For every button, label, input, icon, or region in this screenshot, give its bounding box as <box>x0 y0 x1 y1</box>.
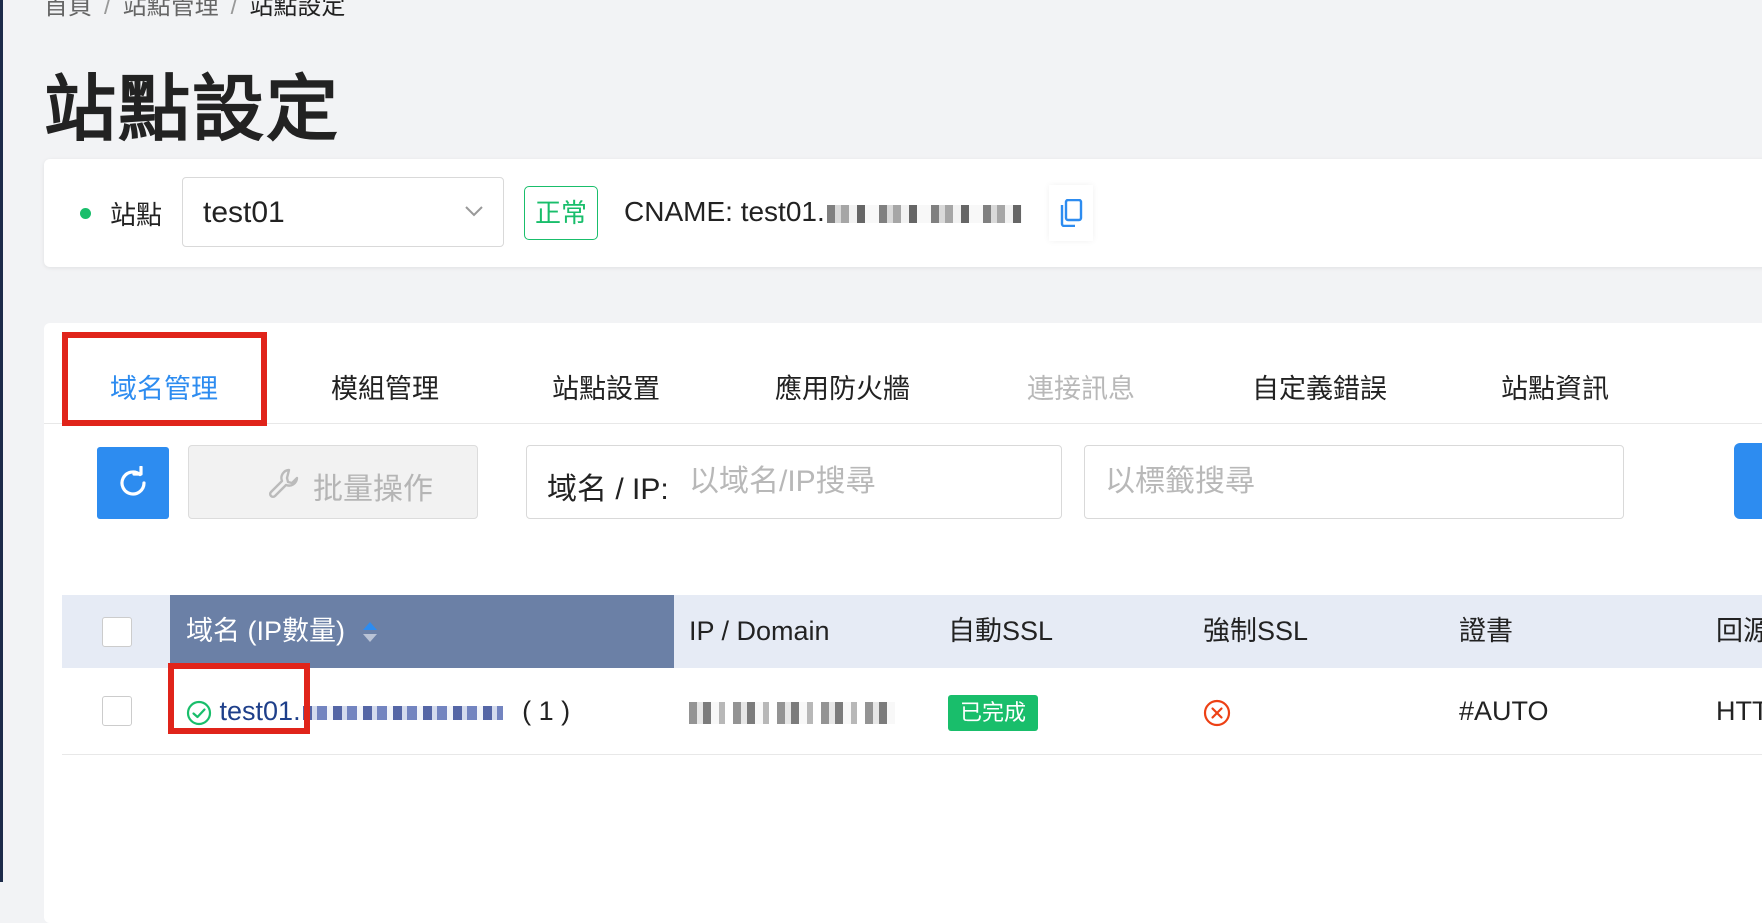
tab-custom-errors[interactable]: 自定義錯誤 <box>1252 367 1387 406</box>
domain-ip-search[interactable]: 域名 / IP: <box>526 445 1062 519</box>
tag-search-input[interactable] <box>1105 460 1605 504</box>
site-status-badge: 正常 <box>524 186 598 240</box>
column-ip-domain: IP / Domain <box>689 616 830 646</box>
site-status-dot <box>80 208 91 219</box>
ip-count: ( 1 ) <box>522 696 571 726</box>
close-circle-icon <box>1203 699 1231 726</box>
column-force-ssl: 強制SSL <box>1203 616 1309 646</box>
table-row: test01. ( 1 ) 已完成 #AUTO HTT <box>62 668 1762 755</box>
site-label: 站點 <box>110 200 163 230</box>
breadcrumb-site-management[interactable]: 站點管理 <box>123 0 219 20</box>
copy-button[interactable] <box>1049 185 1093 241</box>
tab-domain-management[interactable]: 域名管理 <box>110 367 218 406</box>
breadcrumb-current: 站點設定 <box>249 0 346 20</box>
column-certificate: 證書 <box>1459 616 1513 646</box>
table-body: test01. ( 1 ) 已完成 #AUTO HTT <box>62 668 1762 755</box>
breadcrumb: 首頁 / 站點管理 / 站點設定 <box>44 0 345 21</box>
site-select-value: test01 <box>203 196 285 229</box>
chevron-down-icon <box>465 206 483 217</box>
wrench-icon <box>268 468 299 499</box>
column-domain-label: 域名 (IP數量) <box>186 616 345 646</box>
domain-ip-search-prefix: 域名 / IP: <box>547 473 669 506</box>
tab-site-info[interactable]: 站點資訊 <box>1501 367 1609 406</box>
breadcrumb-home[interactable]: 首頁 <box>44 0 92 20</box>
site-select[interactable]: test01 <box>182 177 504 247</box>
copy-icon <box>1060 199 1083 227</box>
main-card: 域名管理 模組管理 站點設置 應用防火牆 連接訊息 自定義錯誤 站點資訊 批量操… <box>44 323 1762 923</box>
tab-bar: 域名管理 模組管理 站點設置 應用防火牆 連接訊息 自定義錯誤 站點資訊 <box>44 323 1762 424</box>
tab-site-settings[interactable]: 站點設置 <box>552 367 660 406</box>
tag-search[interactable] <box>1084 445 1624 519</box>
table-header: 域名 (IP數量) IP / Domain 自動SSL 強制SSL 證書 回源 <box>62 595 1762 668</box>
auto-ssl-cell: 已完成 <box>948 668 1039 754</box>
certificate-cell: #AUTO <box>1459 696 1549 726</box>
auto-ssl-status-badge: 已完成 <box>948 694 1039 731</box>
origin-cell: HTT <box>1716 696 1762 726</box>
domain-table: 域名 (IP數量) IP / Domain 自動SSL 強制SSL 證書 回源 … <box>62 595 1762 755</box>
domain-redacted <box>302 705 503 720</box>
tab-waf[interactable]: 應用防火牆 <box>775 367 910 406</box>
site-card: 站點 test01 正常 CNAME: test01. <box>44 159 1762 267</box>
batch-operation-label: 批量操作 <box>313 473 433 506</box>
page-title: 站點設定 <box>44 70 341 150</box>
force-ssl-cell <box>1203 668 1231 754</box>
refresh-button[interactable] <box>97 447 169 519</box>
cname-label: CNAME: <box>624 196 733 227</box>
cname-redacted <box>826 204 1022 223</box>
select-all-checkbox[interactable] <box>102 617 132 647</box>
check-circle-icon <box>186 700 212 725</box>
cname-text: CNAME: test01. <box>624 196 1022 228</box>
breadcrumb-separator: / <box>104 0 111 20</box>
tab-module-management[interactable]: 模組管理 <box>331 367 439 406</box>
column-domain[interactable]: 域名 (IP數量) <box>170 595 674 668</box>
domain-cell: test01. ( 1 ) <box>186 668 674 754</box>
ip-redacted <box>689 701 895 724</box>
row-checkbox[interactable] <box>102 696 132 726</box>
column-origin: 回源 <box>1716 616 1762 646</box>
domain-link[interactable]: test01. <box>220 696 301 726</box>
add-button-partial[interactable] <box>1734 443 1762 519</box>
batch-operation-button[interactable]: 批量操作 <box>188 445 478 519</box>
refresh-icon <box>120 466 146 496</box>
cname-value: test01. <box>740 196 825 227</box>
sort-icon[interactable] <box>362 621 377 644</box>
domain-ip-search-input[interactable] <box>689 460 1049 504</box>
breadcrumb-separator: / <box>230 0 238 20</box>
column-auto-ssl: 自動SSL <box>948 616 1054 646</box>
window-edge <box>0 0 3 882</box>
tab-connection-info: 連接訊息 <box>1027 374 1135 404</box>
ip-domain-cell <box>689 668 895 754</box>
